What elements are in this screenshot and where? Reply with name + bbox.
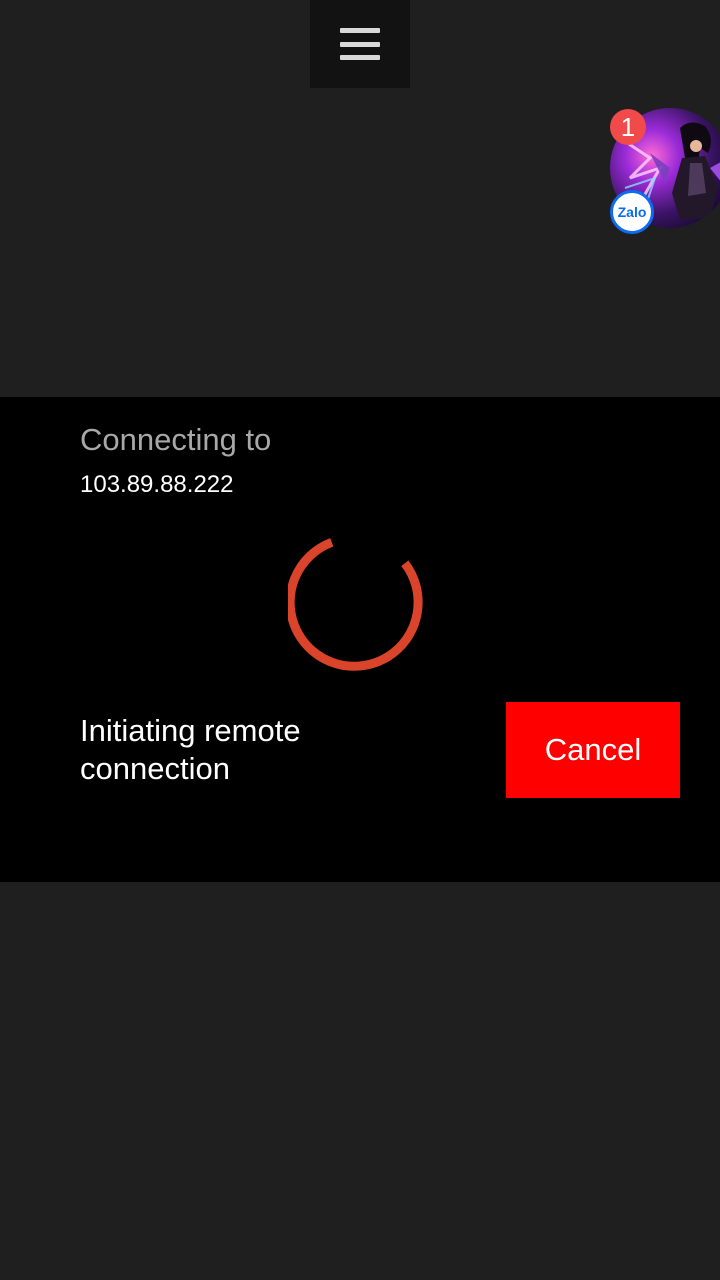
loading-spinner-icon [288, 538, 423, 671]
host-address: 103.89.88.222 [80, 471, 234, 498]
zalo-icon: Zalo [610, 190, 654, 234]
cancel-button[interactable]: Cancel [506, 702, 680, 798]
zalo-chat-head[interactable]: 1 Zalo [610, 108, 720, 234]
menu-button[interactable] [310, 0, 410, 88]
connection-status: Initiating remote connection [80, 713, 301, 786]
spinner-arc [288, 538, 423, 671]
remote-desktop-screen: 1 Zalo Connecting to 103.89.88.222 Initi… [0, 0, 720, 1280]
connection-dialog: Connecting to 103.89.88.222 Initiating r… [0, 397, 720, 882]
notification-badge: 1 [610, 109, 646, 145]
hamburger-menu-icon [340, 28, 380, 60]
connecting-label: Connecting to [80, 422, 272, 457]
